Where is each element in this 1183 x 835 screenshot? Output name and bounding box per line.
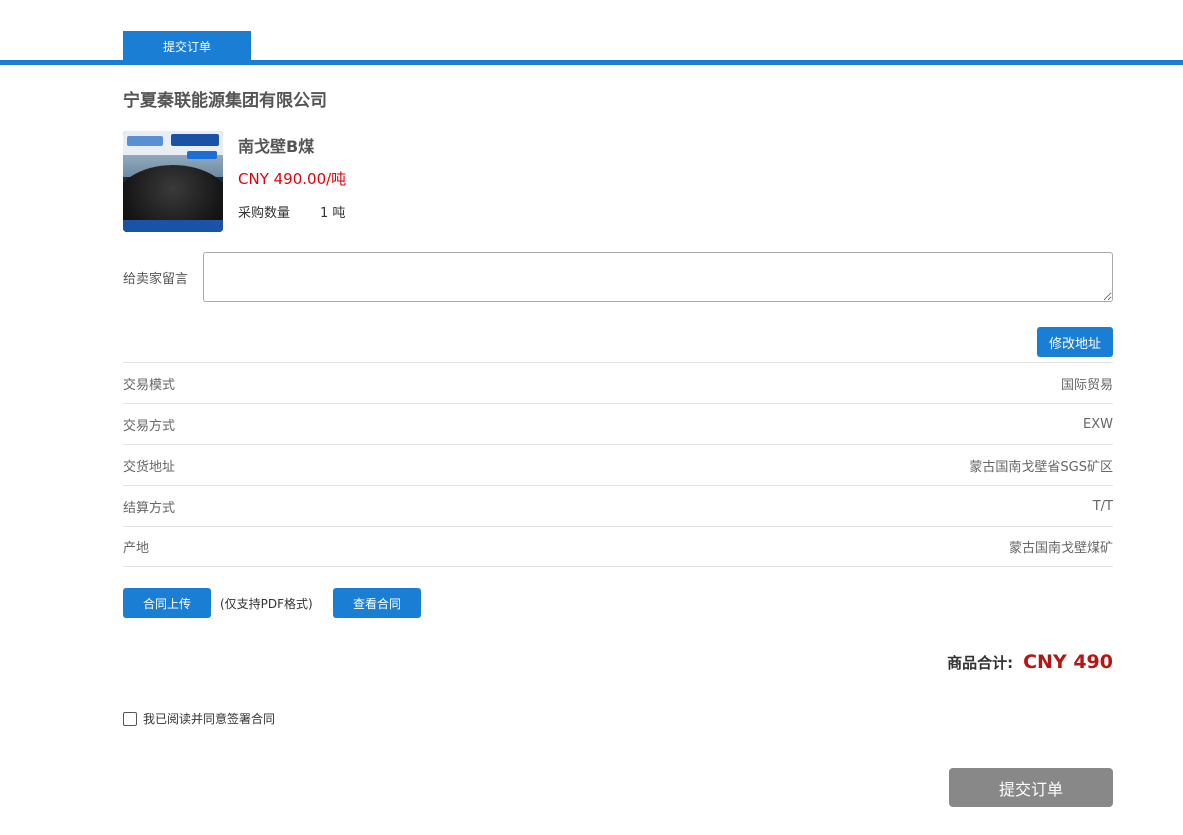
detail-label: 交易方式 [123, 418, 176, 434]
pdf-only-note: (仅支持PDF格式) [220, 597, 313, 611]
detail-row-trade-method: 交易方式 EXW [123, 403, 1113, 444]
product-name[interactable]: 南戈壁B煤 [238, 133, 314, 157]
view-contract-button[interactable]: 查看合同 [333, 588, 421, 618]
image-footer-band [123, 220, 223, 232]
detail-value: EXW [1083, 416, 1113, 432]
product-price: CNY 490.00/吨 [238, 170, 347, 188]
image-logo [127, 136, 163, 146]
detail-label: 交易模式 [123, 377, 176, 393]
nav-divider [0, 60, 1183, 65]
agreement-checkbox[interactable] [123, 711, 137, 726]
modify-address-button[interactable]: 修改地址 [1037, 327, 1113, 357]
detail-row-trade-mode: 交易模式 国际贸易 [123, 362, 1113, 403]
upload-contract-button[interactable]: 合同上传 [123, 588, 211, 618]
detail-row-origin: 产地 蒙古国南戈壁煤矿 [123, 526, 1113, 567]
total-value: CNY 490 [1023, 651, 1113, 673]
detail-label: 产地 [123, 541, 150, 556]
image-badge [187, 151, 217, 159]
agreement-checkbox-row[interactable]: 我已阅读并同意签署合同 [123, 710, 275, 727]
order-details: 交易模式 国际贸易 交易方式 EXW 交货地址 蒙古国南戈壁省SGS矿区 结算方… [123, 362, 1113, 567]
total-label: 商品合计: [947, 654, 1014, 672]
detail-row-settlement: 结算方式 T/T [123, 485, 1113, 526]
submit-order-button[interactable]: 提交订单 [949, 768, 1113, 807]
message-label: 给卖家留言 [123, 272, 189, 287]
agreement-label[interactable]: 我已阅读并同意签署合同 [143, 710, 275, 727]
detail-row-delivery-address: 交货地址 蒙古国南戈壁省SGS矿区 [123, 444, 1113, 485]
detail-label: 结算方式 [123, 500, 176, 516]
detail-value: 国际贸易 [1060, 377, 1113, 393]
quantity-label: 采购数量 [238, 206, 291, 221]
top-nav: 提交订单 [0, 0, 1183, 65]
seller-name: 宁夏秦联能源集团有限公司 [123, 91, 327, 111]
tab-submit-order[interactable]: 提交订单 [123, 31, 251, 61]
detail-value: 蒙古国南戈壁煤矿 [1008, 541, 1113, 556]
image-tag [171, 134, 219, 146]
detail-label: 交货地址 [123, 459, 176, 475]
product-image[interactable] [123, 131, 223, 232]
message-to-seller-input[interactable] [203, 252, 1113, 302]
detail-value: 蒙古国南戈壁省SGS矿区 [969, 459, 1113, 475]
order-total: 商品合计: CNY 490 [947, 651, 1113, 673]
quantity-value: 1 吨 [320, 206, 346, 221]
detail-value: T/T [1092, 498, 1113, 514]
